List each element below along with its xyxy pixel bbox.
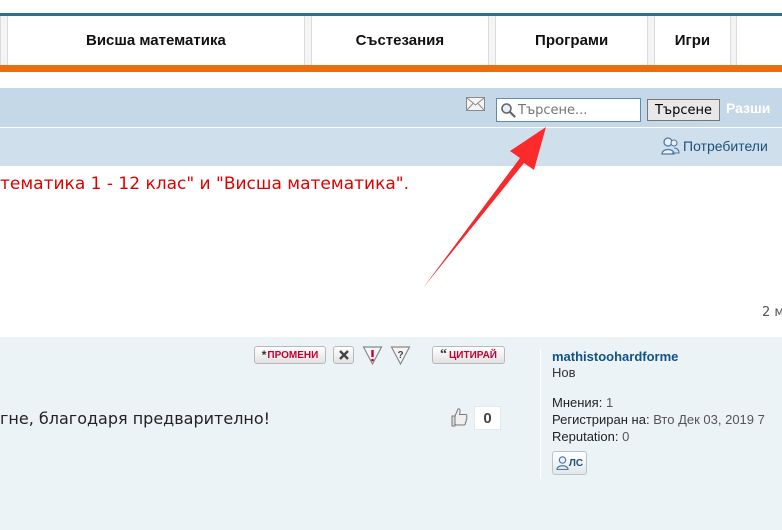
author-rank: Нов bbox=[552, 365, 576, 380]
nav-item-games[interactable]: Игри bbox=[655, 16, 730, 65]
nav-item-programs[interactable]: Програми bbox=[495, 16, 648, 65]
quote-button-label: ЦИТИРАЙ bbox=[449, 349, 497, 361]
search-bar: Търсене Разши bbox=[0, 88, 782, 127]
private-message-button[interactable]: ЛС bbox=[552, 451, 587, 475]
nav-separator bbox=[647, 16, 656, 65]
mail-icon[interactable] bbox=[466, 97, 485, 111]
accent-stripe bbox=[0, 65, 782, 72]
post: * ПРОМЕНИ ? “ ЦИТИРАЙ гне, благодаря пре… bbox=[0, 337, 782, 530]
info-icon: ? bbox=[390, 346, 411, 365]
edit-button-label: ПРОМЕНИ bbox=[267, 349, 319, 361]
author-stats: Мнения: 1 Регистриран на: Вто Дек 03, 20… bbox=[552, 394, 782, 445]
info-button[interactable]: ? bbox=[390, 346, 411, 365]
page-info: 2 м bbox=[762, 305, 782, 320]
author-name[interactable]: mathistoohardforme bbox=[552, 349, 782, 364]
edit-button[interactable]: * ПРОМЕНИ bbox=[254, 346, 326, 364]
stat-posts: Мнения: 1 bbox=[552, 394, 782, 411]
report-button[interactable] bbox=[362, 346, 383, 365]
nav-separator bbox=[0, 16, 8, 65]
users-link-label: Потребители bbox=[683, 138, 768, 154]
search-button[interactable]: Търсене bbox=[647, 99, 720, 121]
stat-registered: Регистриран на: Вто Дек 03, 2019 7 bbox=[552, 411, 782, 428]
stat-posts-label: Мнения: bbox=[552, 395, 603, 410]
post-profile: mathistoohardforme Нов Мнения: 1 Регистр… bbox=[552, 349, 782, 445]
forum-notice: тематика 1 - 12 клас" и "Висша математик… bbox=[0, 174, 409, 194]
post-content: гне, благодаря предварително! bbox=[0, 409, 271, 428]
report-icon bbox=[362, 346, 383, 365]
nav-item-more[interactable] bbox=[737, 16, 782, 65]
quote-button[interactable]: “ ЦИТИРАЙ bbox=[432, 346, 505, 364]
user-icon bbox=[556, 456, 569, 470]
quote-icon: “ bbox=[440, 347, 447, 362]
stat-registered-value: Вто Дек 03, 2019 7 bbox=[653, 412, 765, 427]
sub-navigation-bar: Потребители bbox=[0, 128, 782, 166]
users-icon bbox=[661, 137, 680, 155]
stat-posts-value[interactable]: 1 bbox=[606, 395, 613, 410]
stat-reputation-value: 0 bbox=[622, 429, 630, 444]
svg-text:?: ? bbox=[397, 350, 403, 361]
search-field[interactable] bbox=[496, 98, 641, 122]
nav-separator bbox=[487, 16, 496, 65]
top-navigation: Висша математика Състезания Програми Игр… bbox=[0, 0, 782, 74]
stat-reputation-label: Reputation: bbox=[552, 429, 619, 444]
nav-item-higher-math[interactable]: Висша математика bbox=[7, 16, 304, 65]
thumbs-up-icon[interactable] bbox=[450, 407, 468, 427]
nav-item-competitions[interactable]: Състезания bbox=[311, 16, 488, 65]
nav-separator bbox=[303, 16, 312, 65]
edit-icon: * bbox=[261, 348, 267, 362]
users-link[interactable]: Потребители bbox=[661, 137, 768, 155]
search-icon bbox=[501, 103, 516, 118]
private-message-label: ЛС bbox=[568, 457, 584, 469]
like-counter: 0 bbox=[474, 406, 501, 430]
delete-button[interactable] bbox=[333, 346, 354, 364]
nav-separator bbox=[729, 16, 738, 65]
post-divider bbox=[540, 349, 541, 479]
advanced-search-link[interactable]: Разши bbox=[726, 100, 770, 116]
nav-menu: Висша математика Състезания Програми Игр… bbox=[0, 16, 782, 65]
search-input[interactable] bbox=[518, 100, 636, 120]
stat-registered-label: Регистриран на: bbox=[552, 412, 650, 427]
stat-reputation: Reputation: 0 bbox=[552, 428, 782, 445]
delete-icon bbox=[338, 350, 349, 360]
